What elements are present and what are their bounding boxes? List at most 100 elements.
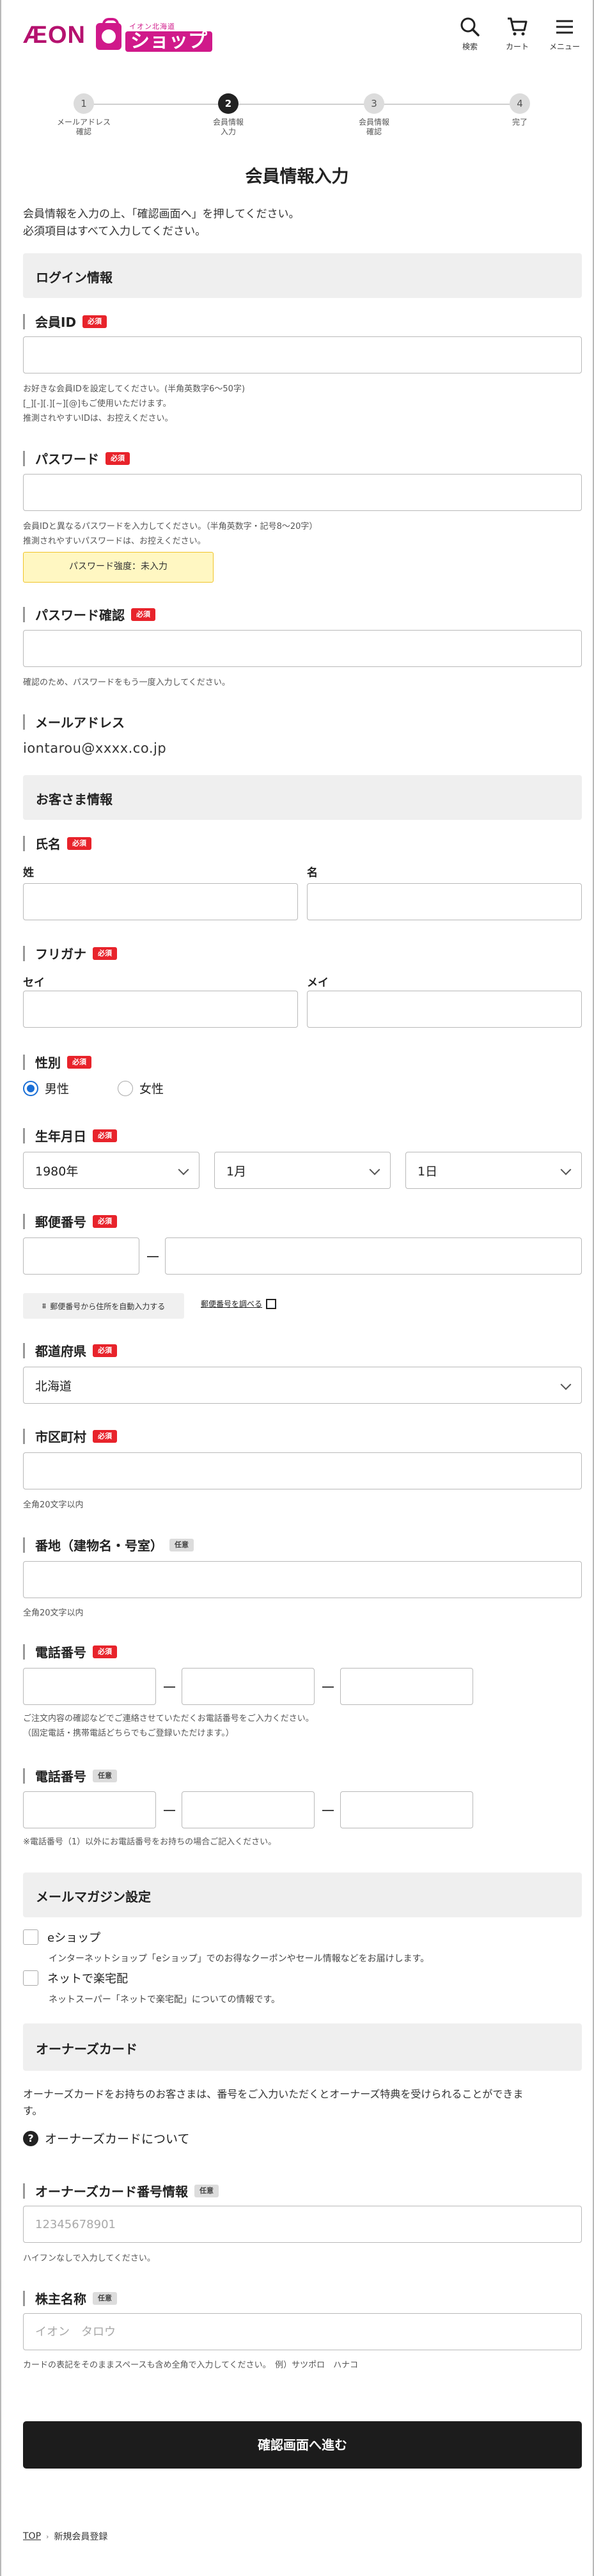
first-name-input[interactable]	[307, 883, 582, 920]
phone-2-label: 電話番号 任意	[23, 1766, 117, 1785]
postal-code-dash	[147, 1256, 159, 1257]
holder-name-help: カードの表記をそのままスペースも含め全角で入力してください。 例）サツポロ ハナ…	[23, 2360, 359, 2370]
chevron-down-icon	[560, 1164, 572, 1175]
progress-stepper: 1 メールアドレス 確認 2 会員情報 入力 3 会員情報 確認 4 完了	[1, 93, 593, 170]
owner-section-title: オーナーズカード	[36, 2041, 137, 2057]
required-badge: 必須	[93, 1129, 117, 1142]
menu-icon	[556, 20, 573, 34]
page-frame: ÆON イオン北海道 ショップ 検索 カート メニュー 1 メールアドレス 確認…	[0, 0, 594, 2576]
optional-badge: 任意	[93, 2291, 117, 2305]
member-id-input[interactable]	[23, 336, 582, 373]
birth-day-select[interactable]: 1日	[405, 1152, 582, 1189]
phone-1-dash-2	[322, 1686, 334, 1688]
birth-month-select[interactable]: 1月	[214, 1152, 391, 1189]
checkbox-icon	[23, 1970, 38, 1986]
breadcrumb-top-link[interactable]: TOP	[23, 2531, 41, 2541]
postal-code-first-input[interactable]	[23, 1237, 139, 1275]
gender-radio-female[interactable]: 女性	[118, 1080, 164, 1097]
phone-2-first-input[interactable]	[23, 1791, 156, 1828]
menu-button[interactable]: メニュー	[548, 15, 581, 52]
magazine-eshop-checkbox[interactable]: eショップ	[23, 1929, 100, 1945]
address-input[interactable]	[23, 1561, 582, 1598]
phone-1-help: ご注文内容の確認などでご連絡させていただくお電話番号をご入力ください。 （固定電…	[23, 1714, 314, 1738]
stepper-line	[83, 104, 520, 105]
required-badge: 必須	[93, 946, 117, 960]
phone-1-third-input[interactable]	[340, 1668, 473, 1705]
owner-section-desc: オーナーズカードをお持ちのお客さまは、番号をご入力いただくとオーナーズ特典を受け…	[23, 2088, 524, 2117]
phone-2-dash-2	[322, 1810, 334, 1811]
magazine-netsuper-checkbox[interactable]: ネットで楽宅配	[23, 1970, 128, 1986]
member-id-label: 会員ID 必須	[23, 312, 107, 331]
search-button[interactable]: 検索	[453, 15, 487, 52]
chevron-right-icon: ›	[46, 2532, 49, 2541]
phone-2-third-input[interactable]	[340, 1791, 473, 1828]
required-badge: 必須	[131, 608, 155, 621]
step-1-number: 1	[74, 93, 94, 114]
first-name-kana-input[interactable]	[307, 991, 582, 1028]
menu-label: メニュー	[549, 42, 580, 51]
required-badge: 必須	[67, 836, 91, 850]
step-2: 2 会員情報 入力	[180, 93, 276, 137]
address-label: 番地（建物名・号室） 任意	[23, 1535, 194, 1554]
phone-1-second-input[interactable]	[182, 1668, 315, 1705]
password-confirm-label: パスワード確認 必須	[23, 605, 155, 624]
customer-section-title: お客さま情報	[36, 792, 113, 807]
breadcrumb: TOP › 新規会員登録	[23, 2530, 107, 2543]
login-section-title: ログイン情報	[36, 270, 113, 285]
step-4: 4 完了	[472, 93, 568, 127]
birthday-label: 生年月日 必須	[23, 1126, 117, 1145]
prefecture-select[interactable]: 北海道	[23, 1367, 582, 1404]
phone-1-first-input[interactable]	[23, 1668, 156, 1705]
city-help: 全角20文字以内	[23, 1500, 84, 1510]
customer-section-header: お客さま情報	[23, 775, 582, 820]
search-label: 検索	[462, 42, 478, 51]
postal-autofill-button[interactable]: ⩩ 郵便番号から住所を自動入力する	[23, 1293, 184, 1319]
phone-1-label: 電話番号 必須	[23, 1642, 117, 1661]
required-badge: 必須	[93, 1645, 117, 1658]
postal-lookup-link[interactable]: 郵便番号を調べる	[201, 1298, 277, 1309]
magazine-section-title: メールマガジン設定	[36, 1889, 151, 1905]
shopping-bag-icon	[96, 18, 121, 50]
password-input[interactable]	[23, 474, 582, 511]
checkbox-icon	[23, 1929, 38, 1945]
cart-button[interactable]: カート	[501, 15, 534, 52]
radio-selected-icon	[23, 1080, 38, 1096]
last-name-input[interactable]	[23, 883, 298, 920]
filter-icon: ⩩	[42, 1301, 47, 1310]
name-label: 氏名 必須	[23, 834, 91, 852]
gender-label: 性別 必須	[23, 1053, 91, 1071]
postal-code-second-input[interactable]	[165, 1237, 582, 1275]
step-4-number: 4	[510, 93, 530, 114]
required-badge: 必須	[93, 1429, 117, 1443]
owner-card-info-link[interactable]: ? オーナーズカードについて	[23, 2130, 189, 2147]
password-help: 会員IDと異なるパスワードを入力してください。（半角英数字・記号8〜20字） 推…	[23, 522, 318, 546]
shop-logo[interactable]: イオン北海道 ショップ	[96, 18, 212, 52]
email-label: メールアドレス	[23, 712, 125, 731]
required-badge: 必須	[93, 1214, 117, 1228]
first-name-kana-sublabel: メイ	[307, 977, 329, 989]
last-name-kana-input[interactable]	[23, 991, 298, 1028]
last-name-sublabel: 姓	[23, 867, 34, 879]
confirm-submit-button[interactable]: 確認画面へ進む	[23, 2421, 582, 2469]
login-section-header: ログイン情報	[23, 253, 582, 298]
phone-1-dash-1	[164, 1686, 175, 1688]
search-icon	[460, 17, 480, 36]
member-id-help: お好きな会員IDを設定してください。(半角英数字6〜50字) [_][-][.]…	[23, 384, 246, 423]
gender-radio-male[interactable]: 男性	[23, 1080, 69, 1097]
question-icon: ?	[23, 2130, 38, 2146]
owner-card-number-input[interactable]	[23, 2206, 582, 2243]
phone-2-second-input[interactable]	[182, 1791, 315, 1828]
step-3-label: 会員情報 確認	[358, 118, 389, 136]
city-input[interactable]	[23, 1452, 582, 1489]
cart-label: カート	[505, 42, 529, 51]
step-4-label: 完了	[512, 118, 528, 127]
intro-line-2: 必須項目はすべて入力してください。	[23, 225, 207, 238]
furigana-label: フリガナ 必須	[23, 944, 117, 962]
breadcrumb-current: 新規会員登録	[54, 2532, 108, 2542]
chevron-down-icon	[369, 1164, 380, 1175]
header-icons: 検索 カート メニュー	[453, 15, 581, 52]
password-confirm-input[interactable]	[23, 630, 582, 667]
birth-year-select[interactable]: 1980年	[23, 1152, 199, 1189]
holder-name-input[interactable]	[23, 2313, 582, 2350]
aeon-logo[interactable]: ÆON	[23, 22, 86, 49]
